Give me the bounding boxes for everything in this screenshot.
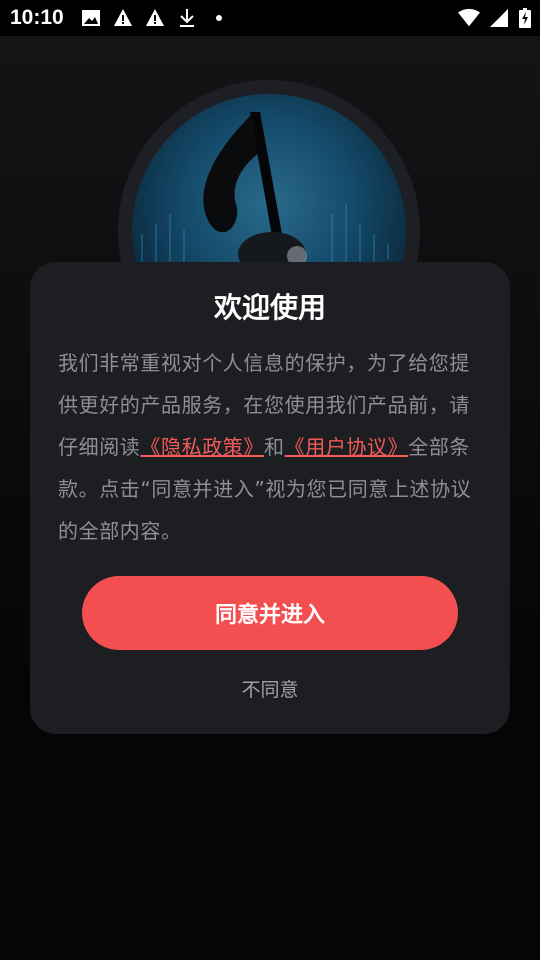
system-icons: [458, 8, 532, 28]
download-icon: [176, 8, 198, 28]
privacy-policy-link[interactable]: 《隐私政策》: [140, 435, 264, 459]
signal-icon: [488, 8, 510, 28]
status-time: 10:10: [10, 6, 64, 29]
battery-charging-icon: [518, 8, 532, 28]
wifi-icon: [458, 8, 480, 28]
warning-icon: [112, 8, 134, 28]
body-connector: 和: [264, 435, 285, 459]
status-bar: 10:10: [0, 0, 540, 36]
dot-icon: [208, 8, 230, 28]
privacy-consent-dialog: 欢迎使用 我们非常重视对个人信息的保护，为了给您提供更好的产品服务，在您使用我们…: [30, 262, 510, 734]
image-icon: [80, 8, 102, 28]
agree-and-enter-button[interactable]: 同意并进入: [82, 576, 458, 650]
dialog-title: 欢迎使用: [213, 291, 326, 324]
user-agreement-link[interactable]: 《用户协议》: [285, 435, 409, 459]
warning-icon: [144, 8, 166, 28]
disagree-button[interactable]: 不同意: [30, 670, 510, 706]
notification-icons: [80, 8, 230, 28]
dialog-body-text: 我们非常重视对个人信息的保护，为了给您提供更好的产品服务，在您使用我们产品前，请…: [58, 342, 482, 552]
